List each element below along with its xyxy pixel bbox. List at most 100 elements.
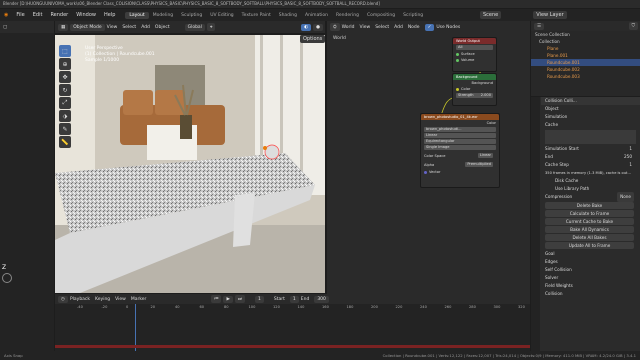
section-field-weights[interactable]: Field Weights — [541, 282, 640, 290]
node-menu-add[interactable]: Add — [394, 25, 403, 30]
delete-bake-button[interactable]: Delete Bake — [545, 202, 634, 209]
navigation-gizmo-icon[interactable] — [2, 273, 12, 283]
snap-icon[interactable]: ⌖ — [206, 23, 216, 31]
surface-socket: Surface — [461, 52, 475, 56]
mode-dropdown[interactable]: Object Mode — [70, 23, 105, 31]
menu-file[interactable]: File — [12, 9, 28, 21]
cache-info-text: 350 frames in memory (1.3 MiB), cache is… — [545, 171, 631, 175]
options-button[interactable]: Options — [300, 35, 326, 43]
section-goal[interactable]: Goal — [541, 250, 640, 258]
strength-field[interactable]: Strength 2.000 — [456, 93, 493, 98]
editor-type-icon[interactable]: ▦ — [58, 23, 69, 31]
section-solver[interactable]: Solver — [541, 274, 640, 282]
viewport-menu-object[interactable]: Object — [155, 25, 170, 30]
node-menu-select[interactable]: Select — [375, 25, 389, 30]
outliner-item-roundcube-003[interactable]: Roundcube.003 — [531, 73, 640, 80]
tab-sculpting[interactable]: Sculpting — [177, 12, 206, 19]
shading-solid-icon[interactable]: ● — [313, 23, 323, 31]
current-cache-to-bake-button[interactable]: Current Cache to Bake — [545, 218, 634, 225]
end-field[interactable]: 250 — [624, 153, 632, 161]
calculate-to-frame-button[interactable]: Calculate to Frame — [545, 210, 634, 217]
tab-uv-editing[interactable]: UV Editing — [206, 12, 237, 19]
annotate-icon[interactable]: ✎ — [59, 123, 71, 135]
zoom-icon[interactable]: Z — [2, 264, 6, 271]
outliner-item-plane-001[interactable]: Plane.001 — [531, 52, 640, 59]
tab-modeling[interactable]: Modeling — [149, 12, 177, 19]
overlay-icon[interactable]: ◐ — [301, 23, 312, 31]
physics-object-name: Collision Colli... — [541, 97, 640, 105]
menu-render[interactable]: Render — [46, 9, 72, 21]
viewport-menu-view[interactable]: View — [107, 25, 118, 30]
viewport-menu-select[interactable]: Select — [122, 25, 136, 30]
node-menu-view[interactable]: View — [360, 25, 371, 30]
transform-icon[interactable]: ⬗ — [59, 110, 71, 122]
properties-panel: Collision Colli... Object Simulation Cac… — [531, 97, 640, 351]
scene-collection-row[interactable]: Scene Collection — [531, 31, 640, 38]
scene-selector[interactable]: Scene — [480, 11, 502, 19]
sim-start-field[interactable]: 1 — [629, 145, 632, 153]
projection-dropdown[interactable]: Equirectangular — [424, 139, 496, 144]
rotate-icon[interactable]: ↻ — [59, 84, 71, 96]
tab-scripting[interactable]: Scripting — [399, 12, 427, 19]
outliner-item-roundcube-001[interactable]: Roundcube.001 — [531, 59, 640, 66]
use-nodes-checkbox[interactable]: ✓ — [424, 23, 435, 31]
bake-all-dynamics-button[interactable]: Bake All Dynamics — [545, 226, 634, 233]
tab-layout[interactable]: Layout — [125, 11, 149, 19]
background-node[interactable]: Background Background Color Strength 2.00… — [452, 73, 497, 106]
timeline-ruler[interactable]: -40 -20 0 20 40 60 80 100 120 140 160 180 200 220 240 2… — [55, 294, 530, 351]
menu-help[interactable]: Help — [100, 9, 119, 21]
select-box-icon[interactable]: ⬚ — [59, 45, 71, 57]
measure-icon[interactable]: 📏 — [59, 136, 71, 148]
tab-compositing[interactable]: Compositing — [363, 12, 399, 19]
section-self-collision[interactable]: Self Collision — [541, 266, 640, 274]
outliner-item-collection[interactable]: Collection — [531, 38, 640, 45]
section-edges[interactable]: Edges — [541, 258, 640, 266]
menu-window[interactable]: Window — [72, 9, 100, 21]
transform-orientation-dropdown[interactable]: Global — [184, 23, 205, 31]
menu-edit[interactable]: Edit — [29, 9, 47, 21]
3d-viewport[interactable] — [55, 35, 325, 293]
section-object[interactable]: Object — [541, 105, 640, 113]
cache-list[interactable] — [545, 130, 636, 144]
section-cache[interactable]: Cache — [541, 121, 640, 129]
world-output-target[interactable]: All — [456, 45, 493, 50]
view-layer-selector[interactable]: View Layer — [533, 11, 567, 19]
update-all-to-frame-button[interactable]: Update All to Frame — [545, 242, 634, 249]
filter-icon[interactable]: ⛉ — [628, 22, 638, 30]
world-output-node[interactable]: World Output All Surface Volume — [452, 37, 497, 72]
section-collision[interactable]: Collision — [541, 290, 640, 298]
scale-icon[interactable]: ⤢ — [59, 97, 71, 109]
node-editor-canvas[interactable]: World World Output All Surface Volume Ba… — [327, 33, 530, 294]
tab-texture-paint[interactable]: Texture Paint — [238, 12, 275, 19]
tab-animation[interactable]: Animation — [301, 12, 332, 19]
compression-dropdown[interactable]: None — [617, 192, 634, 202]
viewport-menu-add[interactable]: Add — [141, 25, 150, 30]
use-nodes-label: Use Nodes — [436, 24, 461, 30]
node-editor-type-icon[interactable]: ⛭ — [330, 23, 340, 31]
section-simulation[interactable]: Simulation — [541, 113, 640, 121]
interpolation-dropdown[interactable]: Linear — [424, 133, 496, 138]
strip-view-menu[interactable]: ▢ — [3, 25, 7, 30]
cursor-icon[interactable]: ⊕ — [59, 58, 71, 70]
delete-all-bakes-button[interactable]: Delete All Bakes — [545, 234, 634, 241]
world-type-dropdown[interactable]: World — [342, 25, 355, 30]
cache-step-field[interactable]: 1 — [629, 161, 632, 169]
env-image-selector[interactable]: brown_photostudi... — [424, 127, 496, 132]
tab-rendering[interactable]: Rendering — [332, 12, 363, 19]
move-icon[interactable]: ✥ — [59, 71, 71, 83]
outliner-item-roundcube-002[interactable]: Roundcube.002 — [531, 66, 640, 73]
color-space-dropdown[interactable]: Linear — [477, 153, 493, 158]
environment-texture-node[interactable]: brown_photostudio_01_4k.exr Color brown_… — [420, 113, 500, 188]
disk-cache-checkbox[interactable]: Disk Cache — [541, 177, 640, 185]
end-label: End — [545, 154, 553, 159]
tab-shading[interactable]: Shading — [275, 12, 301, 19]
outliner-type-icon[interactable]: ☰ — [534, 22, 545, 30]
tool-shelf: ⬚ ⊕ ✥ ↻ ⤢ ⬗ ✎ 📏 — [57, 44, 73, 164]
playhead[interactable] — [135, 304, 136, 351]
node-menu-node[interactable]: Node — [408, 25, 420, 30]
source-dropdown[interactable]: Single Image — [424, 145, 496, 150]
alpha-dropdown[interactable]: Premultiplied — [465, 162, 493, 167]
outliner-item-plane[interactable]: Plane — [531, 45, 640, 52]
blender-logo-icon[interactable]: ◉ — [0, 9, 12, 21]
end-row: End 250 — [541, 153, 640, 161]
